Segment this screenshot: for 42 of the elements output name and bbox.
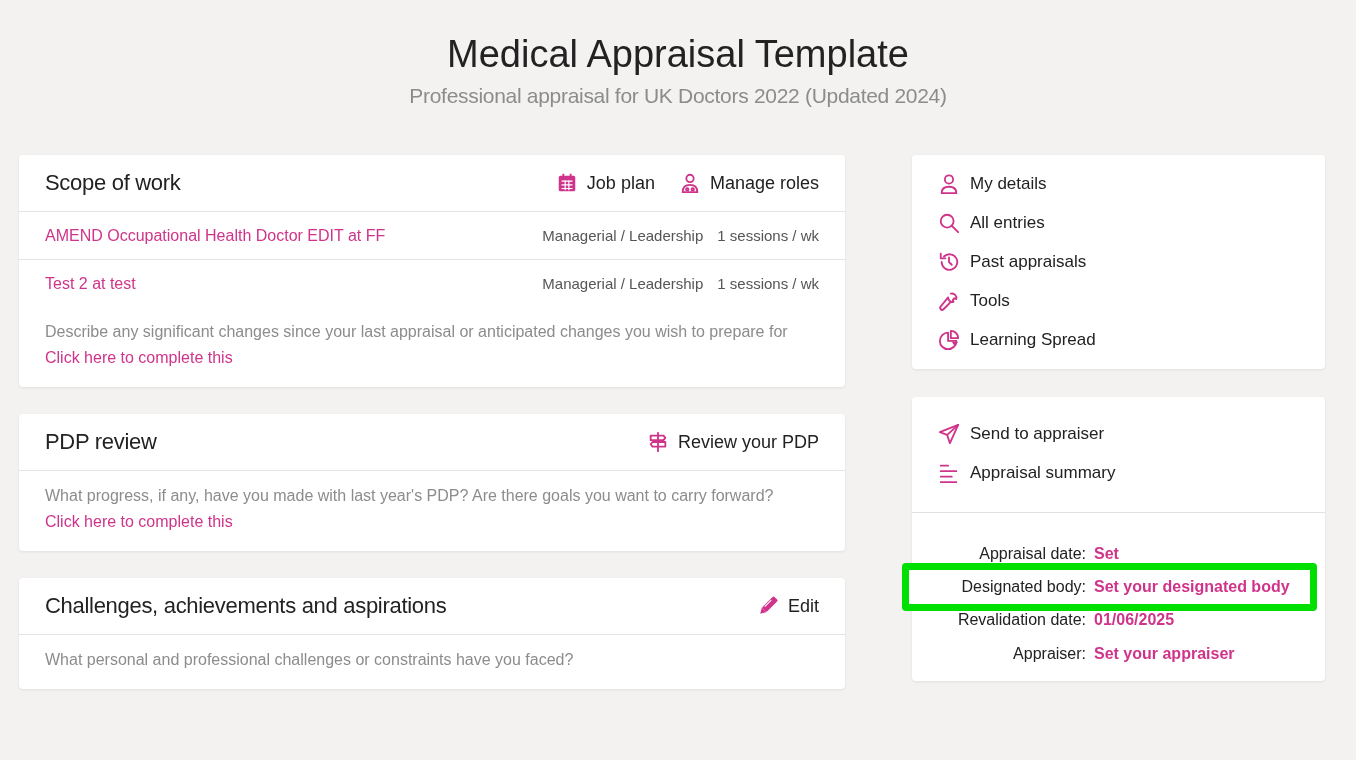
action-link[interactable]: Edit [756,595,819,617]
detail-link[interactable]: 01/06/2025 [1094,607,1175,633]
detail-label: Appraiser: [1012,644,1086,664]
detail-link[interactable]: Set your appraiser [1094,641,1235,667]
search-icon [938,212,960,234]
menu-item[interactable]: My details [938,173,1299,195]
wrench-icon [938,290,960,312]
page-subtitle: Professional appraisal for UK Doctors 2022 (Updated 2024) [408,84,948,108]
role-type: Managerial / Leadership [542,275,704,292]
menu-item[interactable]: Tools [938,290,1299,312]
pie-icon [938,329,960,351]
lines-icon [938,462,960,484]
history-icon [938,251,960,273]
menu-item[interactable]: Learning Spread [938,329,1299,351]
role-sessions: 1 sessions / wk [717,275,819,292]
menu-item[interactable]: Past appraisals [938,251,1299,273]
role-sessions: 1 sessions / wk [717,227,819,244]
detail-label: Designated body: [960,577,1086,597]
detail-link[interactable]: Set your designated body [1094,574,1290,600]
role-link[interactable]: Test 2 at test [45,274,529,293]
prompt-text: What progress, if any, have you made with last year's PDP? Are there goals you want to carry forward? [45,486,775,506]
prompt-text: What personal and professional challenges or constraints have you faced? [45,650,575,670]
menu-item[interactable]: Appraisal summary [938,462,1299,484]
role-link[interactable]: AMEND Occupational Health Doctor EDIT at FF [45,226,529,245]
detail-link[interactable]: Set [1094,541,1119,567]
section-title: Scope of work [45,170,181,196]
section-title: PDP review [45,429,157,455]
role-type: Managerial / Leadership [542,227,704,244]
detail-label: Appraisal date: [978,544,1086,564]
prompt-text: Describe any significant changes since your last appraisal or anticipated changes you wish to prepare for [45,322,789,342]
action-link[interactable]: Manage roles [678,172,819,194]
send-icon [938,423,960,445]
page-title: Medical Appraisal Template [446,32,910,77]
detail-label: Revalidation date: [956,610,1086,630]
complete-link[interactable]: Click here to complete this [45,509,819,535]
action-link[interactable]: Review your PDP [646,431,819,453]
complete-link[interactable]: Click here to complete this [45,345,819,371]
menu-item[interactable]: Send to appraiser [938,423,1299,445]
person-icon [938,173,960,195]
menu-item[interactable]: All entries [938,212,1299,234]
action-link[interactable]: Job plan [555,172,655,194]
section-title: Challenges, achievements and aspirations [45,593,447,619]
